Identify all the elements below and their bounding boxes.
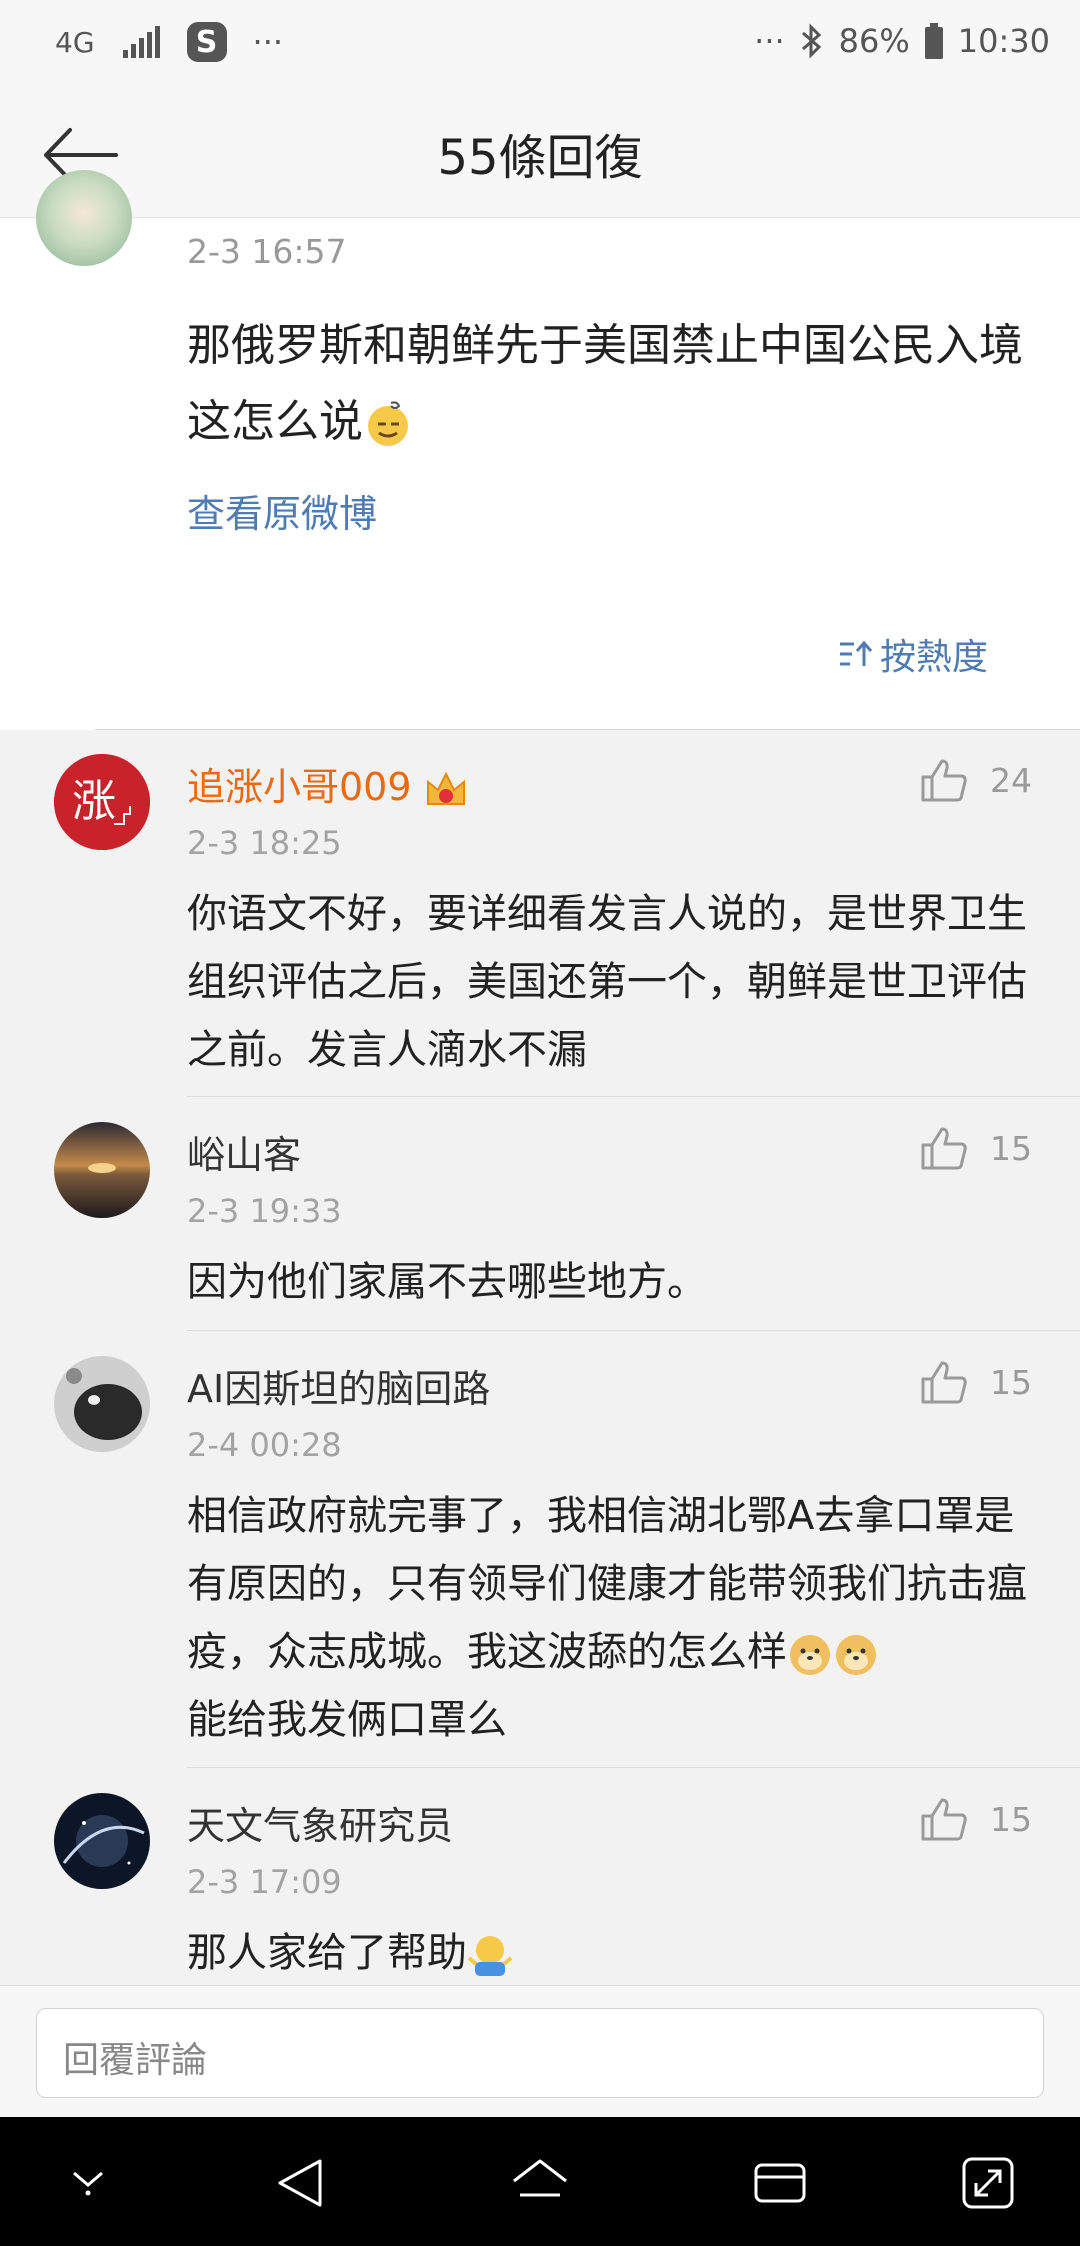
- like-button[interactable]: 24: [920, 758, 1032, 802]
- comment-text: 相信政府就完事了，我相信湖北鄂A去拿口罩是有原因的，只有领导们健康才能带领我们抗…: [187, 1482, 1047, 1754]
- like-count: 24: [990, 760, 1032, 800]
- dizzy-emoji-icon: [368, 401, 408, 446]
- signal-icon: [122, 26, 160, 58]
- doge-emoji-icon: [790, 1635, 830, 1675]
- avatar-image: [54, 1122, 150, 1218]
- like-button[interactable]: 15: [920, 1126, 1032, 1170]
- shrug-emoji-icon: [467, 1936, 513, 1976]
- comment-text-body: 那俄罗斯和朝鲜先于美国禁止中国公民入境这怎么说: [187, 320, 1023, 447]
- comment-author[interactable]: 峪山客: [187, 1124, 301, 1179]
- sort-icon: [839, 640, 873, 666]
- home-icon: [513, 2159, 567, 2197]
- battery-percent: 86%: [838, 22, 910, 60]
- title-bar: 55條回復: [0, 90, 1080, 219]
- avatar[interactable]: [54, 1356, 150, 1452]
- thumbs-up-icon: [921, 759, 967, 802]
- avatar[interactable]: [54, 1122, 150, 1218]
- expand-icon: [962, 2157, 1014, 2209]
- chevron-down-icon: [73, 2171, 103, 2196]
- battery-icon: [924, 23, 943, 59]
- app-s-icon: S: [186, 22, 227, 62]
- nav-back-button[interactable]: [272, 2155, 328, 2215]
- avatar-image: [54, 1793, 150, 1889]
- divider: [187, 1096, 1080, 1097]
- bluetooth-icon: [801, 23, 821, 59]
- comment-author[interactable]: AI因斯坦的脑回路: [187, 1358, 490, 1413]
- list-item: AI因斯坦的脑回路 2-4 00:28 15 相信政府就完事了，我相信湖北鄂A去…: [0, 1332, 1080, 1768]
- clock: 10:30: [957, 22, 1050, 60]
- like-count: 15: [990, 1128, 1032, 1168]
- sort-label: 按熱度: [879, 637, 988, 678]
- comment-text: 因为他们家属不去哪些地方。: [187, 1259, 707, 1305]
- list-item: 涨 追涨小哥009 2-3 18:25 24 你语文不好，要详细看发言人说的，是…: [0, 730, 1080, 1097]
- comment-time: 2-3 19:33: [187, 1192, 342, 1230]
- thumbs-up-icon: [921, 1798, 967, 1841]
- comment-text: 那俄罗斯和朝鲜先于美国禁止中国公民入境这怎么说: [187, 308, 1027, 460]
- list-item: 天文气象研究员 2-3 17:09 15 那人家给了帮助: [0, 1769, 1080, 1985]
- status-bar: 4G S ··· ··· 86% 10:30: [0, 0, 1080, 90]
- like-count: 15: [990, 1362, 1032, 1402]
- divider: [187, 1330, 1080, 1331]
- thumbs-up-icon: [921, 1361, 967, 1404]
- avatar-image: 涨: [54, 754, 150, 850]
- thumbs-up-icon: [921, 1127, 967, 1170]
- avatar[interactable]: [36, 170, 132, 266]
- avatar[interactable]: [54, 1793, 150, 1889]
- page-title: 55條回復: [437, 130, 643, 186]
- like-count: 15: [990, 1799, 1032, 1839]
- back-triangle-icon: [278, 2159, 322, 2207]
- comment-text-body: 那人家给了帮助: [187, 1930, 467, 1976]
- original-comment: 2-3 16:57 那俄罗斯和朝鲜先于美国禁止中国公民入境这怎么说 查看原微博 …: [0, 170, 1080, 730]
- nav-hide-keyboard-button[interactable]: [64, 2155, 112, 2207]
- like-button[interactable]: 15: [920, 1797, 1032, 1841]
- nav-expand-button[interactable]: [960, 2155, 1016, 2215]
- status-more-left: ···: [252, 23, 284, 61]
- system-nav-bar: [0, 2117, 1080, 2246]
- comment-time: 2-3 18:25: [187, 824, 342, 862]
- reply-placeholder: 回覆評論: [63, 2040, 208, 2081]
- author-name: 追涨小哥009: [187, 765, 412, 809]
- comment-time: 2-3 16:57: [187, 232, 347, 271]
- comment-time: 2-4 00:28: [187, 1426, 342, 1464]
- doge-emoji-icon: [836, 1635, 876, 1675]
- comment-text: 那人家给了帮助: [187, 1919, 1047, 1985]
- reply-bar: 回覆評論: [0, 1985, 1080, 2118]
- comment-text-body: 能给我发俩口罩么: [187, 1697, 507, 1743]
- sort-by-heat-button[interactable]: 按熱度: [838, 628, 988, 680]
- list-item: 峪山客 2-3 19:33 15 因为他们家属不去哪些地方。: [0, 1098, 1080, 1331]
- comment-list: 涨 追涨小哥009 2-3 18:25 24 你语文不好，要详细看发言人说的，是…: [0, 730, 1080, 1985]
- comment-text: 你语文不好，要详细看发言人说的，是世界卫生组织评估之后，美国还第一个，朝鲜是世卫…: [187, 891, 1027, 1073]
- like-button[interactable]: 15: [920, 1360, 1032, 1404]
- divider: [187, 1767, 1080, 1768]
- nav-home-button[interactable]: [510, 2155, 570, 2215]
- status-more-right: ···: [754, 22, 785, 60]
- comment-author[interactable]: 追涨小哥009: [187, 756, 468, 811]
- avatar[interactable]: 涨: [54, 754, 150, 850]
- recents-icon: [754, 2163, 806, 2203]
- nav-recents-button[interactable]: [752, 2155, 808, 2215]
- crown-icon: [426, 771, 465, 805]
- comment-author[interactable]: 天文气象研究员: [187, 1795, 453, 1850]
- comment-time: 2-3 17:09: [187, 1863, 342, 1901]
- reply-input[interactable]: 回覆評論: [36, 2008, 1044, 2098]
- svg-text:涨: 涨: [72, 776, 116, 827]
- avatar-image: [54, 1356, 150, 1452]
- view-original-weibo-link[interactable]: 查看原微博: [187, 483, 377, 538]
- comment-text-body: 相信政府就完事了，我相信湖北鄂A去拿口罩是有原因的，只有领导们健康才能带领我们抗…: [187, 1493, 1027, 1675]
- network-indicator: 4G: [55, 25, 95, 59]
